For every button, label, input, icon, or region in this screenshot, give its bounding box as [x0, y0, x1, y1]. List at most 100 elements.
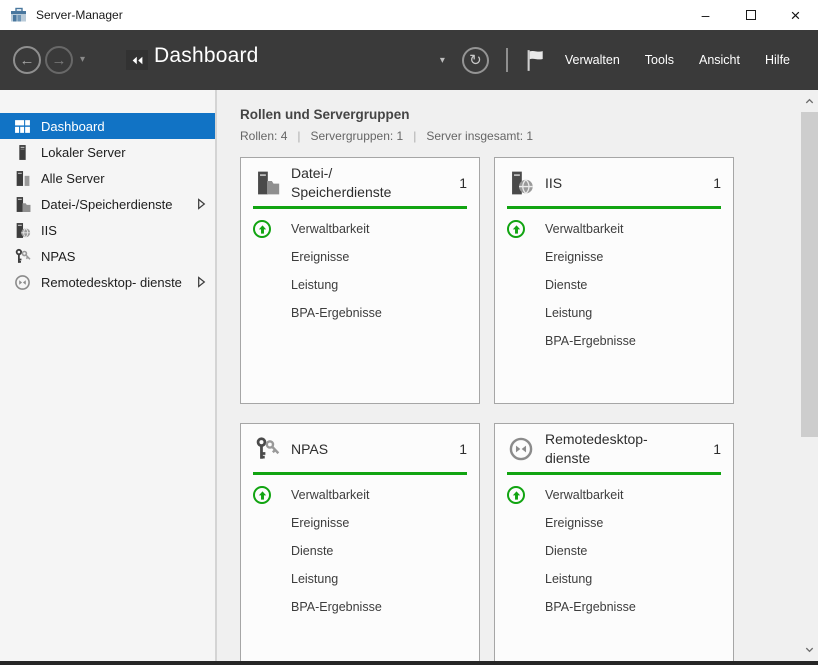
iis-icon [507, 170, 537, 197]
app-icon [10, 6, 28, 24]
menu-ansicht[interactable]: Ansicht [695, 51, 744, 69]
metric-link[interactable]: Ereignisse [291, 250, 349, 264]
card-metric-list: Verwaltbarkeit Ereignisse Dienste Leistu… [241, 475, 479, 621]
card-row-bpa-ergebnisse[interactable]: BPA-Ergebnisse [253, 299, 467, 327]
scrollbar-thumb[interactable] [801, 112, 818, 437]
card-count: 1 [713, 175, 721, 191]
card-row-dienste[interactable]: Dienste [507, 271, 721, 299]
card-row-leistung[interactable]: Leistung [253, 565, 467, 593]
metric-link[interactable]: Ereignisse [545, 516, 603, 530]
sidebar-list: Dashboard Lokaler Server [0, 113, 215, 295]
sidebar-item-label: Lokaler Server [41, 145, 126, 160]
card-row-ereignisse[interactable]: Ereignisse [507, 509, 721, 537]
card-row-bpa-ergebnisse[interactable]: BPA-Ergebnisse [507, 327, 721, 355]
maximize-icon [746, 10, 756, 20]
metric-link[interactable]: Verwaltbarkeit [291, 488, 370, 502]
manageability-up-icon [253, 486, 271, 504]
metric-link[interactable]: Leistung [291, 572, 338, 586]
main-panel: Rollen und Servergruppen Rollen: 4 | Ser… [217, 90, 818, 661]
section-heading: Rollen und Servergruppen [240, 107, 410, 122]
forward-button[interactable]: → [45, 46, 73, 74]
card-title: Datei-/ Speicherdienste [291, 164, 451, 202]
card-row-leistung[interactable]: Leistung [253, 271, 467, 299]
metric-link[interactable]: Leistung [291, 278, 338, 292]
sidebar-item-datei-speicherdienste[interactable]: Datei-/Speicherdienste [0, 191, 215, 217]
expand-arrow-icon[interactable] [197, 198, 206, 210]
close-button[interactable]: × [773, 0, 818, 30]
metric-link[interactable]: BPA-Ergebnisse [291, 306, 382, 320]
minimize-button[interactable]: – [683, 0, 728, 30]
vertical-scrollbar[interactable] [801, 90, 818, 661]
menu-tools[interactable]: Tools [641, 51, 678, 69]
role-cards-grid: Datei-/ Speicherdienste 1 Verwaltbarkeit… [240, 157, 734, 661]
card-metric-list: Verwaltbarkeit Ereignisse Dienste Leistu… [495, 475, 733, 621]
minimize-icon: – [702, 8, 710, 22]
metric-link[interactable]: Dienste [545, 278, 587, 292]
sidebar-item-remotedesktop-dienste[interactable]: Remotedesktop- dienste [0, 269, 215, 295]
back-button[interactable]: ← [13, 46, 41, 74]
stat-roles: Rollen: 4 [240, 129, 287, 143]
card-row-dienste[interactable]: Dienste [253, 537, 467, 565]
card-npas: NPAS 1 Verwaltbarkeit Ereignisse [240, 423, 480, 661]
forward-icon: → [52, 52, 67, 69]
card-row-verwaltbarkeit[interactable]: Verwaltbarkeit [253, 215, 467, 243]
scrollbar-down-button[interactable] [801, 640, 818, 659]
card-row-bpa-ergebnisse[interactable]: BPA-Ergebnisse [507, 593, 721, 621]
metric-link[interactable]: Ereignisse [291, 516, 349, 530]
metric-link[interactable]: BPA-Ergebnisse [291, 600, 382, 614]
window-bottom-edge [0, 661, 818, 665]
breadcrumb-dropdown[interactable]: ▾ [440, 55, 445, 66]
expand-arrow-icon[interactable] [197, 276, 206, 288]
metric-link[interactable]: Dienste [545, 544, 587, 558]
manageability-up-icon [507, 220, 525, 238]
refresh-button[interactable]: ↻ [462, 47, 489, 74]
metric-link[interactable]: Ereignisse [545, 250, 603, 264]
collapse-breadcrumb-button[interactable] [126, 50, 148, 70]
card-datei-speicherdienste: Datei-/ Speicherdienste 1 Verwaltbarkeit… [240, 157, 480, 404]
maximize-button[interactable] [728, 0, 773, 30]
card-row-ereignisse[interactable]: Ereignisse [253, 509, 467, 537]
card-count: 1 [459, 175, 467, 191]
card-row-ereignisse[interactable]: Ereignisse [253, 243, 467, 271]
card-row-ereignisse[interactable]: Ereignisse [507, 243, 721, 271]
sidebar-item-label: Dashboard [41, 119, 105, 134]
sidebar-item-lokaler-server[interactable]: Lokaler Server [0, 139, 215, 165]
sidebar-item-iis[interactable]: IIS [0, 217, 215, 243]
all-servers-icon [14, 170, 31, 187]
metric-link[interactable]: Leistung [545, 306, 592, 320]
card-row-dienste[interactable]: Dienste [507, 537, 721, 565]
flag-icon [525, 48, 544, 73]
iis-icon [14, 222, 31, 239]
menu-hilfe[interactable]: Hilfe [761, 51, 794, 69]
remote-desktop-icon [14, 274, 31, 291]
summary-stats: Rollen: 4 | Servergruppen: 1 | Server in… [240, 129, 533, 143]
history-dropdown[interactable]: ▾ [80, 54, 85, 65]
notifications-flag-button[interactable] [525, 48, 544, 73]
menu-verwalten[interactable]: Verwalten [561, 51, 624, 69]
file-storage-icon [14, 196, 31, 213]
card-row-bpa-ergebnisse[interactable]: BPA-Ergebnisse [253, 593, 467, 621]
sidebar-item-dashboard[interactable]: Dashboard [0, 113, 215, 139]
card-row-leistung[interactable]: Leistung [507, 565, 721, 593]
stat-total-servers: Server insgesamt: 1 [426, 129, 533, 143]
card-remotedesktop-dienste: Remotedesktop- dienste 1 Verwaltbarkeit … [494, 423, 734, 661]
card-row-verwaltbarkeit[interactable]: Verwaltbarkeit [507, 481, 721, 509]
card-row-leistung[interactable]: Leistung [507, 299, 721, 327]
metric-link[interactable]: Verwaltbarkeit [545, 222, 624, 236]
card-row-verwaltbarkeit[interactable]: Verwaltbarkeit [253, 481, 467, 509]
sidebar-item-npas[interactable]: NPAS [0, 243, 215, 269]
metric-link[interactable]: Dienste [291, 544, 333, 558]
metric-link[interactable]: BPA-Ergebnisse [545, 600, 636, 614]
card-row-verwaltbarkeit[interactable]: Verwaltbarkeit [507, 215, 721, 243]
sidebar-item-alle-server[interactable]: Alle Server [0, 165, 215, 191]
metric-link[interactable]: Verwaltbarkeit [545, 488, 624, 502]
metric-link[interactable]: BPA-Ergebnisse [545, 334, 636, 348]
card-title: IIS [545, 174, 705, 193]
window-title: Server-Manager [36, 8, 123, 22]
npas-keys-icon [253, 436, 283, 463]
sidebar-item-label: Alle Server [41, 171, 105, 186]
scrollbar-up-button[interactable] [801, 92, 818, 111]
metric-link[interactable]: Leistung [545, 572, 592, 586]
metric-link[interactable]: Verwaltbarkeit [291, 222, 370, 236]
card-header: NPAS 1 [241, 426, 479, 472]
